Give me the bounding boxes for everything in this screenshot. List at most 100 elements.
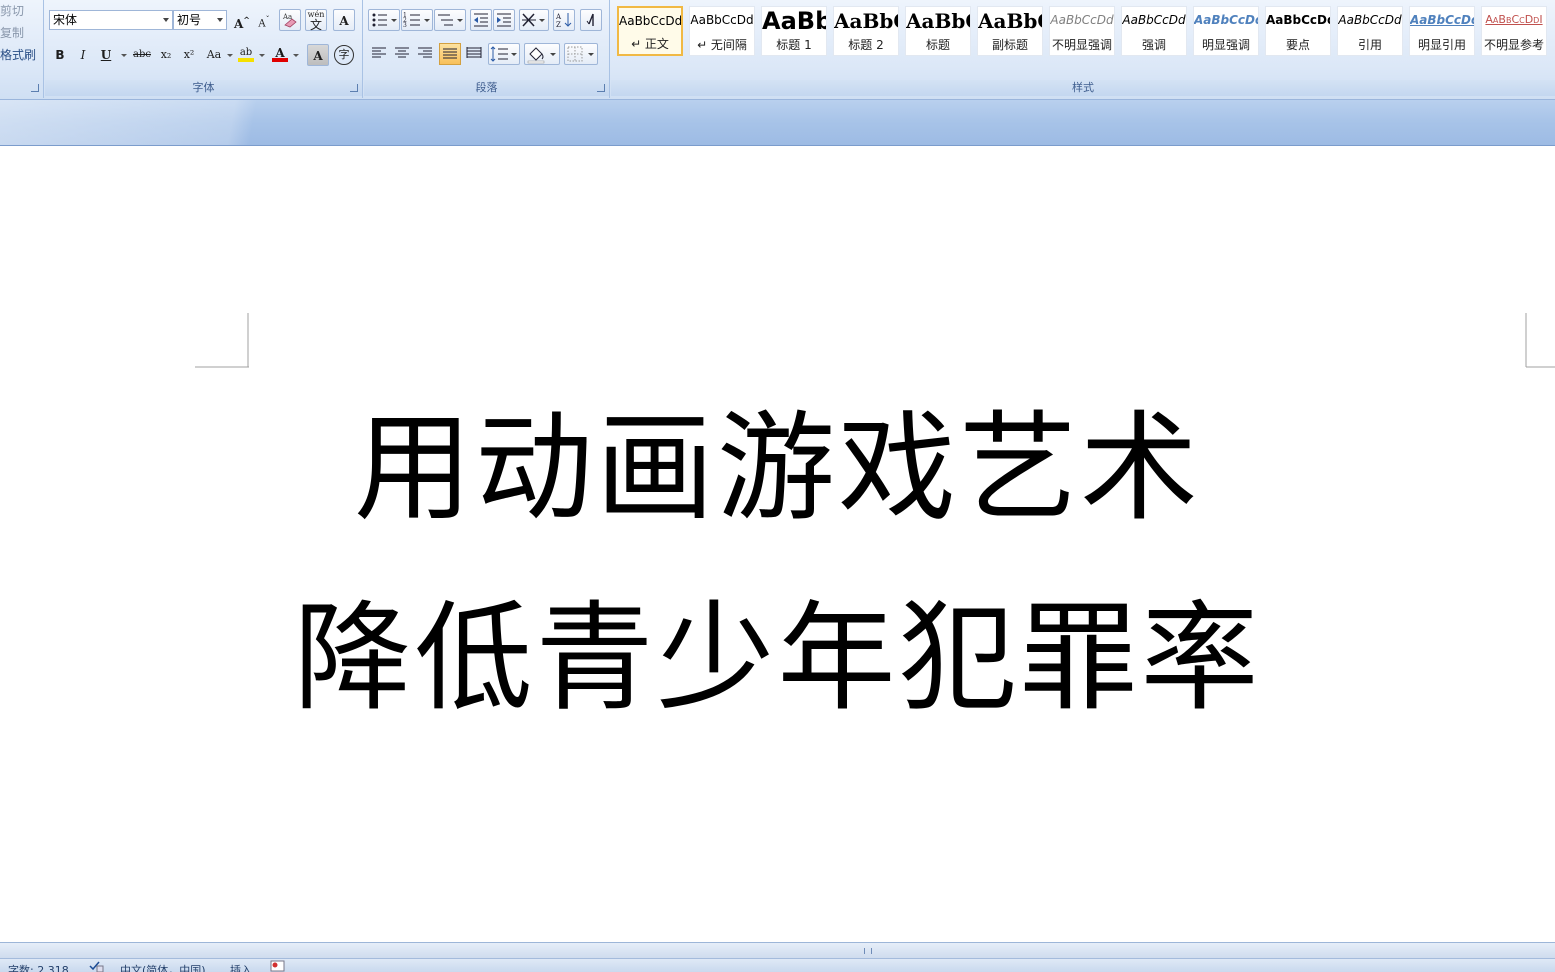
align-left-button[interactable] [368,43,390,65]
highlight-icon: ab [239,47,253,58]
highlight-button[interactable]: ab [235,42,257,64]
style-tile[interactable]: AaBbC 副标题 [977,6,1043,56]
highlight-dropdown-icon[interactable] [259,54,265,57]
language-indicator[interactable]: 中文(简体，中国) [120,962,206,972]
ribbon: 剪切 复制 格式刷 宋体 初号 A^ Aˇ Aa wén 文 A B I U a… [0,0,1555,100]
horizontal-splitter[interactable] [0,942,1555,958]
style-tile[interactable]: AaBbCcDd 强调 [1121,6,1187,56]
style-name: 明显强调 [1201,38,1250,52]
sort-button[interactable]: AZ [553,9,575,31]
line-spacing-button[interactable] [488,43,520,65]
strikethrough-button[interactable]: abc [131,44,153,66]
style-name: ↵ 正文 [631,37,669,51]
shading-button[interactable] [524,43,560,65]
style-tile[interactable]: AaBb 标题 1 [761,6,827,56]
font-launcher-icon[interactable] [350,84,358,92]
style-name: ↵ 无间隔 [697,38,747,52]
chevron-down-icon [163,18,169,22]
style-tile[interactable]: AaBbCcDd 要点 [1265,6,1331,56]
cut-button[interactable]: 剪切 [0,2,24,19]
proofing-icon[interactable] [88,960,104,972]
style-preview: AaBbCcDd [619,14,681,28]
paragraph-group: 123 AZ 段落 [364,0,610,98]
style-preview: AaBbCcDd [1410,13,1474,27]
bullet-list-icon [372,13,397,27]
style-tile[interactable]: AaBbCcDd 不明显强调 [1049,6,1115,56]
numbering-button[interactable]: 123 [401,9,433,31]
style-name: 明显引用 [1417,38,1466,52]
show-marks-button[interactable] [580,9,602,31]
subscript-button[interactable]: x₂ [155,44,177,66]
underline-button[interactable]: U [95,44,117,66]
distribute-icon [466,47,482,58]
paragraph-mark-icon [586,13,594,26]
style-tile[interactable]: AaBbCcDd 明显引用 [1409,6,1475,56]
style-name: 标题 2 [848,38,884,52]
align-center-button[interactable] [391,43,413,65]
style-tile[interactable]: AaBbCcDdI 不明显参考 [1481,6,1547,56]
format-painter-button[interactable]: 格式刷 [0,46,36,63]
indent-icon [497,13,511,27]
enclose-characters-button[interactable]: 字 [334,45,354,65]
style-tile[interactable]: AaBbCcDd ↵ 无间隔 [689,6,755,56]
style-tile[interactable]: AaBbCcDd 引用 [1337,6,1403,56]
copy-button[interactable]: 复制 [0,24,24,41]
chinese-layout-button[interactable] [519,9,549,31]
justify-icon [443,48,457,59]
bullets-button[interactable] [368,9,400,31]
style-name: 副标题 [991,38,1028,52]
multilevel-list-button[interactable] [434,9,466,31]
style-preview: AaBbCcDd [1338,13,1402,27]
document-page[interactable]: 用动画游戏艺术 降低青少年犯罪率 [0,147,1555,942]
style-preview: AaBbC [978,9,1042,33]
bold-button[interactable]: B [49,44,71,66]
character-shading-button[interactable]: A [307,44,329,66]
document-text-line-2[interactable]: 降低青少年犯罪率 [0,593,1555,723]
font-size-combo[interactable]: 初号 [173,10,227,30]
align-center-icon [395,47,409,58]
style-tile[interactable]: AaBbC 标题 [905,6,971,56]
justify-button[interactable] [439,43,461,65]
case-dropdown-icon[interactable] [227,54,233,57]
underline-dropdown-icon[interactable] [121,54,127,57]
style-name: 标题 1 [776,38,812,52]
font-size-value: 初号 [177,13,202,27]
phonetic-icon: 文 [309,18,322,32]
word-count[interactable]: 字数: 2,318 [8,962,69,972]
clear-format-button[interactable]: Aa [279,9,301,31]
superscript-button[interactable]: x² [178,44,200,66]
macro-recording-icon[interactable] [270,960,286,972]
phonetic-guide-button[interactable]: wén 文 [305,9,327,31]
style-tile[interactable]: AaBbCcDd ↵ 正文 [617,6,683,56]
document-text-line-1[interactable]: 用动画游戏艺术 [0,403,1555,533]
eraser-icon: Aa [282,13,297,28]
font-group-label: 字体 [45,80,362,96]
grow-font-button[interactable]: A^ [231,9,253,31]
font-color-dropdown-icon[interactable] [293,54,299,57]
italic-button[interactable]: I [72,44,94,66]
clipboard-launcher-icon[interactable] [31,84,39,92]
decrease-indent-button[interactable] [470,9,492,31]
font-color-button[interactable]: A [269,42,291,64]
highlight-color-swatch [238,58,254,62]
font-name-combo[interactable]: 宋体 [49,10,173,30]
shrink-font-button[interactable]: Aˇ [253,9,275,31]
style-name: 标题 [925,38,950,52]
insert-mode-indicator[interactable]: 插入 [230,962,252,972]
character-border-button[interactable]: A [333,9,355,31]
distributed-button[interactable] [463,43,485,65]
line-spacing-icon [490,46,517,62]
align-left-icon [372,47,386,58]
paragraph-launcher-icon[interactable] [597,84,605,92]
splitter-grip-icon[interactable] [864,948,872,954]
svg-text:A: A [555,13,562,21]
shrink-font-icon: A [258,18,266,30]
styles-group-label: 样式 [611,80,1555,96]
align-right-button[interactable] [414,43,436,65]
change-case-button[interactable]: Aa [201,44,227,66]
style-preview: AaBb [762,7,826,35]
style-tile[interactable]: AaBbC 标题 2 [833,6,899,56]
increase-indent-button[interactable] [493,9,515,31]
borders-button[interactable] [564,43,598,65]
style-tile[interactable]: AaBbCcDd 明显强调 [1193,6,1259,56]
